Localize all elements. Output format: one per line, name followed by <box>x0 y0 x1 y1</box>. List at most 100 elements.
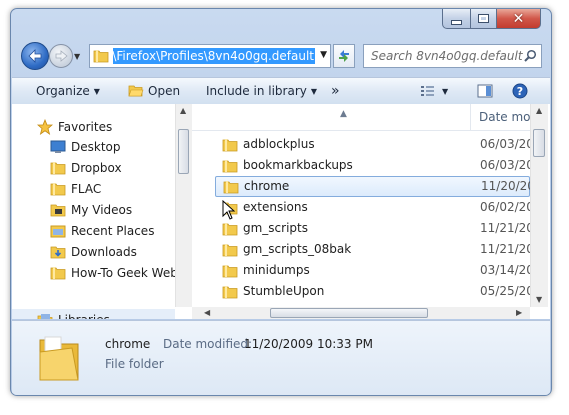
file-name: gm_scripts <box>243 221 308 235</box>
sidebar-item-libraries[interactable]: Libraries <box>12 309 175 319</box>
details-file-name: chrome <box>105 337 151 351</box>
change-view-button[interactable]: ▼ <box>420 78 448 104</box>
sort-arrow-icon[interactable]: ▲ <box>340 109 347 119</box>
explorer-window: ✕ ▼ cilla\Firefox\Profiles\8vn4o0gq.defa… <box>10 8 552 396</box>
more-chevron-icon: » <box>331 83 340 99</box>
scroll-up-icon[interactable]: ▲ <box>180 106 186 115</box>
libraries-icon <box>37 314 53 319</box>
file-date: 03/14/2010 <box>480 263 530 277</box>
maximize-icon <box>478 14 489 23</box>
folder-icon <box>222 223 238 236</box>
file-date: 11/20/2009 <box>481 179 530 193</box>
details-pane: chrome Date modified: 11/20/2009 10:33 P… <box>12 320 550 395</box>
minimize-icon <box>451 19 462 25</box>
open-label: Open <box>148 84 181 98</box>
sidebar-item-label: Downloads <box>71 245 137 259</box>
scroll-down-icon[interactable]: ▼ <box>536 295 542 304</box>
scroll-right-icon[interactable]: ▶ <box>516 308 522 317</box>
recent-places-icon <box>50 225 66 238</box>
file-list-hscrollbar[interactable]: ◀ ▶ <box>192 307 530 319</box>
forward-arrow-icon <box>55 50 68 62</box>
file-name: StumbleUpon <box>243 284 325 298</box>
details-date-label: Date modified: <box>163 337 253 351</box>
recent-pages-dropdown[interactable]: ▼ <box>74 52 80 61</box>
file-list-scrollbar[interactable]: ▲ ▼ <box>530 104 548 307</box>
forward-button[interactable] <box>49 44 73 68</box>
column-header-label: Date modi <box>479 110 530 124</box>
include-in-library-button[interactable]: Include in library ▼ <box>206 78 317 104</box>
sidebar-item-label: My Videos <box>71 203 133 217</box>
sidebar-item-label: Favorites <box>58 120 113 134</box>
maximize-button[interactable] <box>470 9 497 29</box>
folder-icon <box>50 267 66 280</box>
navigation-scrollbar[interactable]: ▲ <box>175 104 192 307</box>
column-header-date[interactable]: Date modi <box>470 104 530 130</box>
file-date: 11/21/2009 <box>480 221 530 235</box>
folder-icon <box>222 139 238 152</box>
desktop-icon <box>50 140 66 153</box>
file-date: 06/03/2010 <box>480 137 530 151</box>
folder-icon <box>93 50 109 63</box>
mouse-cursor-icon <box>222 200 236 220</box>
search-icon[interactable] <box>523 49 537 63</box>
list-item-selected[interactable]: chrome 11/20/2009 <box>215 176 530 197</box>
address-dropdown-icon[interactable]: ▼ <box>320 50 327 60</box>
file-name: adblockplus <box>243 137 315 151</box>
folder-icon <box>222 160 238 173</box>
file-name: chrome <box>244 179 290 193</box>
scroll-thumb[interactable] <box>270 308 428 318</box>
back-arrow-icon <box>28 49 42 63</box>
search-box[interactable]: Search 8vn4o0gq.default <box>363 44 542 68</box>
column-header-row: ▲ Date modi <box>192 104 530 131</box>
open-button[interactable]: Open <box>128 78 180 104</box>
list-item[interactable]: bookmarkbackups 06/03/2010 <box>192 155 530 176</box>
large-folder-icon <box>39 336 79 381</box>
downloads-icon <box>50 246 66 259</box>
videos-icon <box>50 204 66 217</box>
search-placeholder[interactable]: Search 8vn4o0gq.default <box>371 49 523 63</box>
sidebar-item-label: Recent Places <box>71 224 155 238</box>
list-item[interactable]: gm_scripts 11/21/2009 <box>192 218 530 239</box>
address-path[interactable]: cilla\Firefox\Profiles\8vn4o0gq.default <box>113 48 315 64</box>
help-icon: ? <box>512 83 528 99</box>
minimize-button[interactable] <box>442 9 471 29</box>
back-button[interactable] <box>21 42 49 70</box>
file-name: bookmarkbackups <box>243 158 353 172</box>
scroll-thumb[interactable] <box>533 129 545 157</box>
scroll-thumb[interactable] <box>178 129 189 174</box>
star-icon <box>37 119 53 135</box>
list-item[interactable]: adblockplus 06/03/2010 <box>192 134 530 155</box>
sidebar-item-label: FLAC <box>71 182 102 196</box>
organize-label: Organize <box>36 84 90 98</box>
refresh-button[interactable] <box>333 44 355 68</box>
scroll-up-icon[interactable]: ▲ <box>536 106 542 115</box>
folder-icon <box>222 265 238 278</box>
sidebar-item-label: Dropbox <box>71 161 122 175</box>
scroll-left-icon[interactable]: ◀ <box>204 308 210 317</box>
file-name: extensions <box>243 200 308 214</box>
chevron-down-icon: ▼ <box>93 87 100 96</box>
file-date: 05/25/2010 <box>480 284 530 298</box>
close-button[interactable]: ✕ <box>496 9 541 29</box>
close-icon: ✕ <box>512 10 525 27</box>
include-in-library-label: Include in library <box>206 84 307 98</box>
chevron-down-icon: ▼ <box>310 87 318 96</box>
list-item[interactable]: gm_scripts_08bak 11/21/2009 <box>192 239 530 260</box>
preview-pane-icon <box>477 84 493 98</box>
list-item[interactable]: StumbleUpon 05/25/2010 <box>192 281 530 302</box>
organize-button[interactable]: Organize ▼ <box>36 78 100 104</box>
file-date: 06/03/2010 <box>480 158 530 172</box>
list-item[interactable]: minidumps 03/14/2010 <box>192 260 530 281</box>
open-folder-icon <box>128 85 144 97</box>
file-name: minidumps <box>243 263 310 277</box>
navigation-pane: Favorites Desktop Dropbox FLAC My Videos… <box>12 104 175 319</box>
chevron-down-icon: ▼ <box>442 87 449 96</box>
more-commands-button[interactable]: » <box>331 78 340 104</box>
address-bar[interactable]: cilla\Firefox\Profiles\8vn4o0gq.default … <box>89 44 331 68</box>
file-list: ▲ Date modi adblockplus 06/03/2010 bookm… <box>192 104 530 319</box>
command-bar: Organize▼ Open Include in library▼ » ▼ <box>12 77 550 105</box>
folder-icon <box>50 183 66 196</box>
folder-icon <box>223 181 239 194</box>
file-name: gm_scripts_08bak <box>243 242 352 256</box>
list-item[interactable]: extensions 06/02/2010 <box>192 197 530 218</box>
